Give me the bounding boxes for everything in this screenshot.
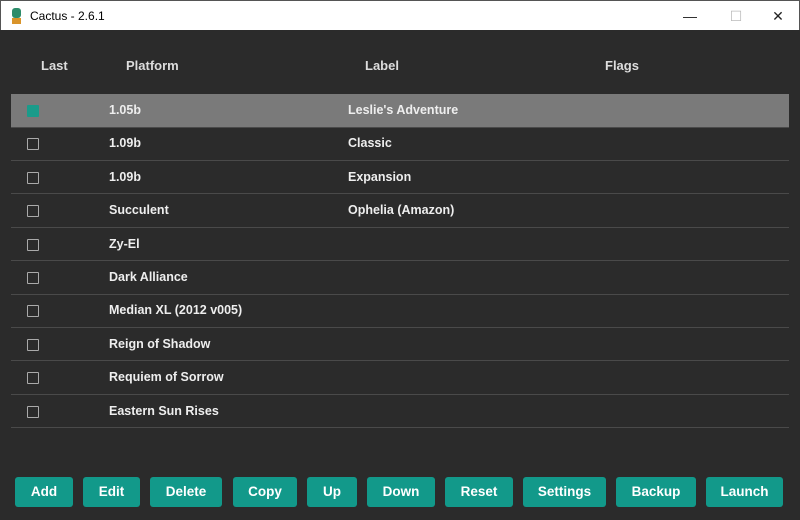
down-button[interactable]: Down bbox=[367, 477, 435, 507]
label-cell: Classic bbox=[348, 136, 392, 151]
backup-button[interactable]: Backup bbox=[616, 477, 696, 507]
cactus-app-icon bbox=[12, 8, 21, 24]
table-row[interactable]: 1.09b Classic bbox=[11, 127, 789, 161]
table-row[interactable]: Reign of Shadow bbox=[11, 328, 789, 362]
table-row[interactable]: Median XL (2012 v005) bbox=[11, 294, 789, 328]
platform-cell: 1.05b bbox=[109, 103, 141, 117]
copy-button[interactable]: Copy bbox=[233, 477, 297, 507]
platform-cell: Median XL (2012 v005) bbox=[109, 303, 243, 318]
up-button[interactable]: Up bbox=[307, 477, 357, 507]
last-checkbox[interactable] bbox=[27, 105, 39, 117]
platform-cell: Succulent bbox=[109, 203, 169, 218]
minimize-button[interactable]: — bbox=[667, 1, 713, 31]
last-checkbox[interactable] bbox=[27, 171, 39, 184]
platform-cell: Zy-El bbox=[109, 236, 140, 251]
label-cell: Expansion bbox=[348, 169, 412, 184]
table-row[interactable]: Zy-El bbox=[11, 228, 789, 262]
label-cell: Ophelia (Amazon) bbox=[348, 203, 455, 218]
table-row[interactable]: 1.09b Expansion bbox=[11, 161, 789, 195]
edit-button[interactable]: Edit bbox=[83, 477, 140, 507]
platform-cell: Requiem of Sorrow bbox=[109, 370, 224, 385]
last-checkbox[interactable] bbox=[27, 372, 39, 385]
close-button[interactable]: ✕ bbox=[755, 1, 800, 31]
last-checkbox[interactable] bbox=[27, 405, 39, 418]
title-bar: Cactus - 2.6.1 — ☐ ✕ bbox=[0, 0, 800, 30]
column-header-last[interactable]: Last bbox=[41, 58, 68, 73]
delete-button[interactable]: Delete bbox=[150, 477, 222, 507]
platform-cell: 1.09b bbox=[109, 136, 141, 151]
maximize-button[interactable]: ☐ bbox=[713, 1, 759, 31]
last-checkbox[interactable] bbox=[27, 272, 39, 284]
window-title: Cactus - 2.6.1 bbox=[30, 9, 105, 23]
last-checkbox[interactable] bbox=[27, 238, 39, 251]
platform-cell: 1.09b bbox=[109, 169, 141, 184]
platform-cell: Reign of Shadow bbox=[109, 336, 211, 351]
table-row[interactable]: Dark Alliance bbox=[11, 261, 789, 295]
reset-button[interactable]: Reset bbox=[445, 477, 513, 507]
last-checkbox[interactable] bbox=[27, 305, 39, 318]
column-header-label[interactable]: Label bbox=[365, 58, 399, 73]
launch-button[interactable]: Launch bbox=[706, 477, 783, 507]
column-header-flags[interactable]: Flags bbox=[605, 58, 639, 73]
platform-cell: Dark Alliance bbox=[109, 270, 188, 284]
table-row[interactable]: 1.05b Leslie's Adventure bbox=[11, 94, 789, 128]
last-checkbox[interactable] bbox=[27, 205, 39, 218]
platform-cell: Eastern Sun Rises bbox=[109, 403, 219, 418]
label-cell: Leslie's Adventure bbox=[348, 103, 459, 117]
last-checkbox[interactable] bbox=[27, 338, 39, 351]
table-row[interactable]: Succulent Ophelia (Amazon) bbox=[11, 194, 789, 228]
settings-button[interactable]: Settings bbox=[523, 477, 606, 507]
table-row[interactable]: Requiem of Sorrow bbox=[11, 361, 789, 395]
table-row[interactable]: Eastern Sun Rises bbox=[11, 395, 789, 429]
column-header-platform[interactable]: Platform bbox=[126, 58, 179, 73]
last-checkbox[interactable] bbox=[27, 138, 39, 151]
add-button[interactable]: Add bbox=[15, 477, 73, 507]
